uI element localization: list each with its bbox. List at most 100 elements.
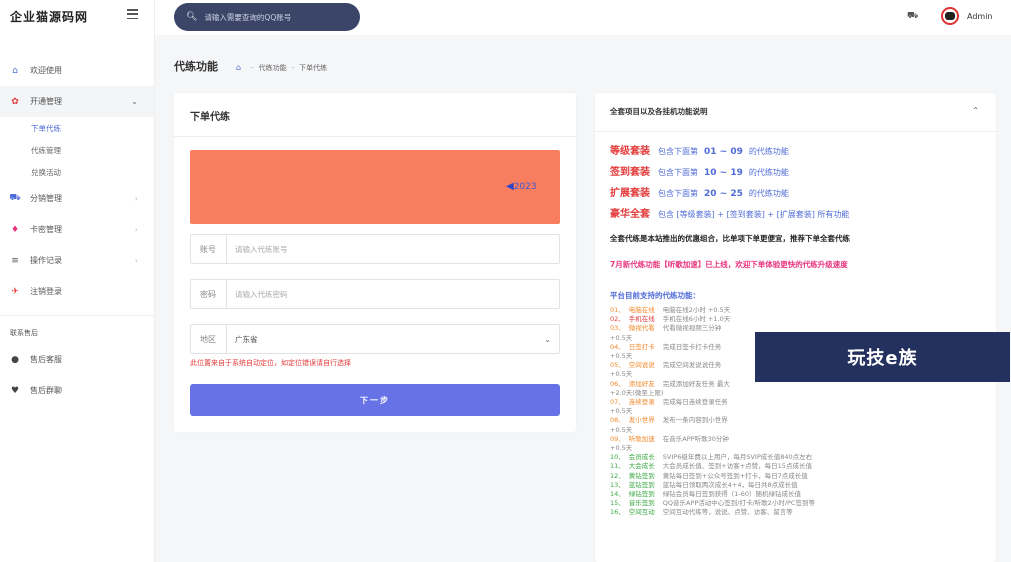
- sidebar-item-label: 分销管理: [30, 194, 62, 203]
- sidebar-item-5[interactable]: ✈ 注销登录: [0, 276, 154, 307]
- feature-desc: 大会员成长值、签到+访客+点赞，每日15点成长值: [662, 462, 812, 471]
- feature-desc: +0.5天: [610, 444, 633, 453]
- feature-row: 13、 蓝钻签到 蓝钻每日领取两次成长4+4，每日共8点成长值: [610, 481, 870, 490]
- home-icon[interactable]: ⌂: [236, 63, 241, 72]
- feature-name: 日签打卡: [628, 342, 655, 351]
- page-title: 代练功能: [174, 60, 218, 73]
- next-button[interactable]: 下一步: [190, 384, 560, 416]
- sidebar-subitem-0[interactable]: 下单代练: [0, 117, 154, 139]
- github-icon: ●: [11, 354, 19, 365]
- feature-name: 空间说说: [628, 361, 655, 370]
- chevron-down-icon: ⌄: [131, 97, 138, 106]
- feature-desc: 黄钻每日签到+公众号签到+打卡，每日7点成长值: [662, 471, 808, 480]
- section-title: 联系售后: [10, 329, 38, 337]
- feature-desc: 完成添加好友任务 最大: [662, 379, 730, 388]
- feature-row: 14、 绿钻签到 绿钻会员每日签到获得（1-60）随机绿钻成长值: [610, 490, 870, 499]
- feature-row: +2.0天(微至上限): [610, 389, 870, 398]
- home-icon: ⌂: [12, 65, 18, 76]
- package-name: 豪华全套: [610, 209, 650, 220]
- region-value[interactable]: 广东省: [227, 334, 544, 345]
- chevron-down-icon[interactable]: ⌄: [544, 335, 559, 344]
- brand-title: 企业猫源码网: [10, 9, 89, 24]
- feature-desc: +0.5天: [610, 333, 633, 342]
- feature-index: 08、: [610, 416, 625, 425]
- package-row: 扩展套装 包含下面第 20 ~ 25 的代练功能: [610, 184, 789, 199]
- feature-name: 听歌加速: [628, 434, 655, 443]
- order-card: 下单代练 ◀2023 账号 密码 地区 广东省 ⌄ 此位置来自于系统自动定位，如…: [174, 93, 576, 432]
- feature-name: 手机在线: [628, 315, 655, 324]
- feature-row: +0.5天: [610, 444, 870, 453]
- region-select[interactable]: 地区 广东省 ⌄: [190, 324, 560, 354]
- feature-name: 大会成长: [628, 462, 655, 471]
- feature-desc: 完成空间发说说任务: [662, 361, 722, 370]
- sidebar-item-1[interactable]: ✿ 开通管理 ⌄: [0, 86, 154, 117]
- feature-row: 11、 大会成长 大会员成长值、签到+访客+点赞，每日15点成长值: [610, 462, 870, 471]
- feature-desc: 空间互动代练等，说说、点赞、访客、留言等: [662, 508, 793, 517]
- password-field: 密码: [190, 279, 560, 309]
- chevron-right-icon: ›: [134, 256, 138, 265]
- password-input[interactable]: [227, 289, 527, 299]
- breadcrumb-item-current: 下单代练: [299, 63, 328, 72]
- sidebar-subitem-2[interactable]: 兑换活动: [0, 161, 154, 183]
- feature-desc: +0.5天: [610, 407, 633, 416]
- sidebar-item-3[interactable]: ♦ 卡密管理 ›: [0, 214, 154, 245]
- user-name[interactable]: Admin: [967, 12, 993, 21]
- menu-toggle-icon[interactable]: [127, 9, 138, 19]
- package-row: 豪华全套 包含 [等级套装] + [签到套装] + [扩展套装] 所有功能: [610, 205, 849, 220]
- account-field: 账号: [190, 234, 560, 264]
- feature-row: +0.5天: [610, 426, 870, 435]
- sidebar-item-label: 操作记录: [30, 256, 62, 265]
- feature-name: 空间互动: [628, 508, 655, 517]
- feature-row: 07、 连续登录 完成每日连续登录任务: [610, 398, 870, 407]
- sidebar-item-label: 注销登录: [30, 287, 62, 296]
- sidebar-item-2[interactable]: ⛟ 分销管理 ›: [0, 183, 154, 214]
- package-name: 扩展套装: [610, 188, 650, 199]
- package-suffix: 的代练功能: [748, 168, 789, 177]
- feature-desc: 代看微视视频三分钟: [662, 324, 722, 333]
- feature-row: 08、 发小世界 发布一条内容到小世界: [610, 416, 870, 425]
- feature-index: 16、: [610, 508, 625, 517]
- feature-desc: +2.0天(微至上限): [610, 388, 664, 397]
- breadcrumb: ⌂ - 代练功能 - 下单代练: [236, 63, 328, 73]
- package-suffix: 的代练功能: [748, 147, 789, 156]
- sidebar-subitem-1[interactable]: 代练管理: [0, 139, 154, 161]
- breadcrumb-item[interactable]: 代练功能: [259, 63, 287, 73]
- info-card: 全套项目以及各挂机功能说明 ⌃ 等级套装 包含下面第 01 ~ 09 的代练功能 签到套…: [595, 93, 996, 562]
- notice-banner: ◀2023: [190, 150, 560, 224]
- package-desc: 包含下面第: [658, 147, 698, 156]
- collapse-icon[interactable]: ⌃: [972, 106, 979, 115]
- feature-desc: 绿钻会员每日签到获得（1-60）随机绿钻成长值: [662, 490, 802, 499]
- sidebar-item-label: 欢迎使用: [30, 66, 62, 75]
- sidebar-item-4[interactable]: ≡ 操作记录 ›: [0, 245, 154, 276]
- account-input[interactable]: [227, 244, 527, 254]
- search-icon: 🔍︎: [186, 12, 198, 22]
- sidebar-item-label: 卡密管理: [30, 225, 62, 234]
- speaker-icon: ◀: [506, 181, 514, 192]
- package-desc: 包含下面第: [658, 189, 698, 198]
- contact-item-0[interactable]: ● 售后客服: [0, 344, 154, 375]
- contact-item-1[interactable]: ♥ 售后群聊: [0, 375, 154, 406]
- feature-index: 13、: [610, 480, 625, 489]
- new-feature-note: 7月新代练功能【听歌加速】已上线，欢迎下单体验更快的代练升级速度: [610, 260, 848, 269]
- feature-index: 03、: [610, 324, 625, 333]
- sidebar: 企业猫源码网 ⌂ 欢迎使用 ✿ 开通管理 ⌄ 下单代练 代练管理 兑换活动 ⛟ 分销管理 › ♦ 卡密管…: [0, 0, 155, 562]
- diamond-icon: ♦: [10, 224, 20, 235]
- package-range: 20 ~ 25: [704, 189, 743, 199]
- feature-name: 蓝钻签到: [628, 480, 655, 489]
- feature-desc: SVIP6级年费以上用户，每月SVIP成长值840点左右: [662, 453, 813, 462]
- feature-row: 12、 黄钻签到 黄钻每日签到+公众号签到+打卡，每日7点成长值: [610, 472, 870, 481]
- cart-icon[interactable]: ⛟: [907, 11, 918, 22]
- contact-item-label: 售后客服: [30, 355, 62, 364]
- feature-index: 04、: [610, 342, 625, 351]
- feature-desc: 完成每日连续登录任务: [662, 398, 728, 407]
- feature-index: 15、: [610, 499, 625, 508]
- package-desc: 包含 [等级套装] + [签到套装] + [扩展套装] 所有功能: [658, 210, 850, 219]
- feature-index: 01、: [610, 306, 625, 314]
- search-placeholder: 请输入需要查询的QQ账号: [204, 12, 292, 22]
- avatar[interactable]: [941, 7, 959, 25]
- feature-name: 连续登录: [628, 398, 655, 407]
- search-input[interactable]: 🔍︎ 请输入需要查询的QQ账号: [174, 3, 360, 31]
- feature-name: 微视代看: [628, 324, 655, 333]
- sidebar-item-0[interactable]: ⌂ 欢迎使用: [0, 55, 154, 86]
- feature-name: 添加好友: [628, 379, 655, 388]
